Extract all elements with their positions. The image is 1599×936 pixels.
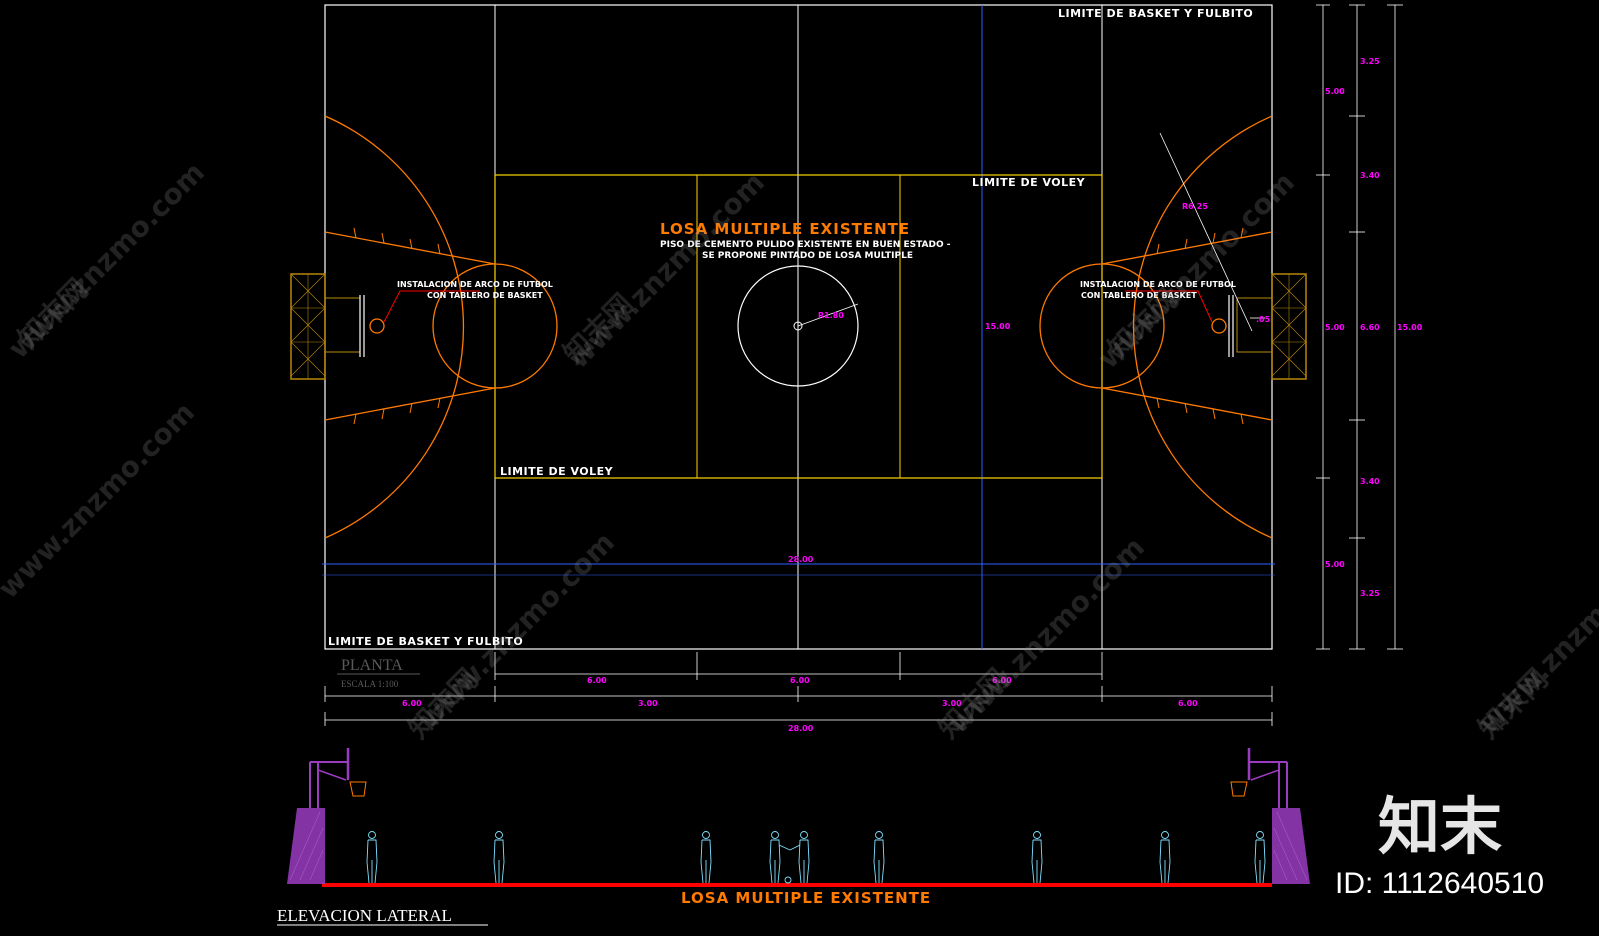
note-left-line1: INSTALACION DE ARCO DE FUTBOL	[397, 280, 553, 289]
goal-net-right	[1271, 273, 1307, 379]
support-base-left	[287, 808, 325, 884]
dim-right2-c: 6.60	[1360, 323, 1380, 332]
human-figure	[1031, 831, 1043, 884]
watermark-logo: 知末	[1378, 790, 1502, 863]
arc-radius-dim: R6.25	[1182, 202, 1208, 211]
support-arm-left	[317, 769, 347, 781]
dim-right1-c: 5.00	[1325, 560, 1345, 569]
human-figure	[493, 831, 505, 884]
slab-label: LOSA MULTIPLE EXISTENTE	[681, 889, 931, 907]
human-figure	[789, 831, 810, 884]
dim-right1-b: 5.00	[1325, 323, 1345, 332]
dim-row2-b: 3.00	[638, 699, 658, 708]
dim-right1-a: 5.00	[1325, 87, 1345, 96]
center-radius-dim: R1.80	[818, 311, 844, 320]
watermark-layer: www.znzmo.com www.znzmo.com www.znzmo.co…	[0, 156, 1599, 900]
dim-right-total: 15.00	[1397, 323, 1423, 332]
three-point-arc-left	[324, 115, 465, 539]
limite-voley-bottom-label: LIMITE DE VOLEY	[500, 465, 614, 478]
figures	[366, 831, 1266, 884]
cad-drawing: LIMITE DE BASKET Y FULBITO LIMITE DE BAS…	[0, 4, 1599, 926]
dim-row1-a: 6.00	[587, 676, 607, 685]
subtitle-line2: SE PROPONE PINTADO DE LOSA MULTIPLE	[702, 251, 913, 261]
human-figure	[1159, 831, 1171, 884]
dim-total-bottom: 28.00	[788, 724, 814, 733]
support-arm-right	[1250, 769, 1280, 781]
dim-right2-e: 3.25	[1360, 589, 1380, 598]
human-figure	[700, 831, 712, 884]
key-line	[324, 387, 496, 421]
plan-title: PLANTA	[341, 657, 403, 674]
human-figure	[873, 831, 885, 884]
height-center-dim: 15.00	[985, 322, 1011, 331]
court-plan: LIMITE DE BASKET Y FULBITO LIMITE DE BAS…	[290, 4, 1307, 689]
human-figure	[366, 831, 378, 884]
watermark-text: www.znzmo.com	[0, 396, 201, 605]
watermark-id: ID: 1112640510	[1335, 867, 1544, 900]
hoop-right	[1211, 318, 1227, 334]
dim-right2-b: 3.40	[1360, 171, 1380, 180]
limite-voley-top-label: LIMITE DE VOLEY	[972, 176, 1086, 189]
key-line	[324, 231, 496, 265]
elevation-section: LOSA MULTIPLE EXISTENTE ELEVACION LATERA…	[277, 748, 1310, 926]
hoop-left	[369, 318, 385, 334]
note-left-line2: CON TABLERO DE BASKET	[427, 291, 543, 300]
dim-right2-d: 3.40	[1360, 477, 1380, 486]
human-figure	[1254, 831, 1266, 884]
watermark-brand: 知末网	[12, 272, 95, 355]
slab	[322, 883, 1272, 887]
elevation-title: ELEVACION LATERAL	[277, 906, 452, 925]
dim-row1-b: 6.00	[790, 676, 810, 685]
width-total-dim: 28.00	[788, 555, 814, 564]
hoop-elev-left	[349, 781, 367, 797]
small-dim: .05	[1256, 315, 1271, 324]
plan-scale: ESCALA 1:100	[341, 679, 399, 689]
dim-right2-a: 3.25	[1360, 57, 1380, 66]
goal-net-left	[290, 273, 326, 379]
human-figure	[769, 831, 791, 884]
ball	[784, 876, 792, 884]
key-line	[1101, 387, 1273, 421]
backboard-support-right	[1236, 297, 1273, 353]
dim-row2-d: 6.00	[1178, 699, 1198, 708]
hoop-elev-right	[1230, 781, 1248, 797]
support-base-right	[1272, 808, 1310, 884]
backboard-support-left	[324, 297, 361, 353]
limite-basket-top-label: LIMITE DE BASKET Y FULBITO	[1058, 7, 1253, 20]
